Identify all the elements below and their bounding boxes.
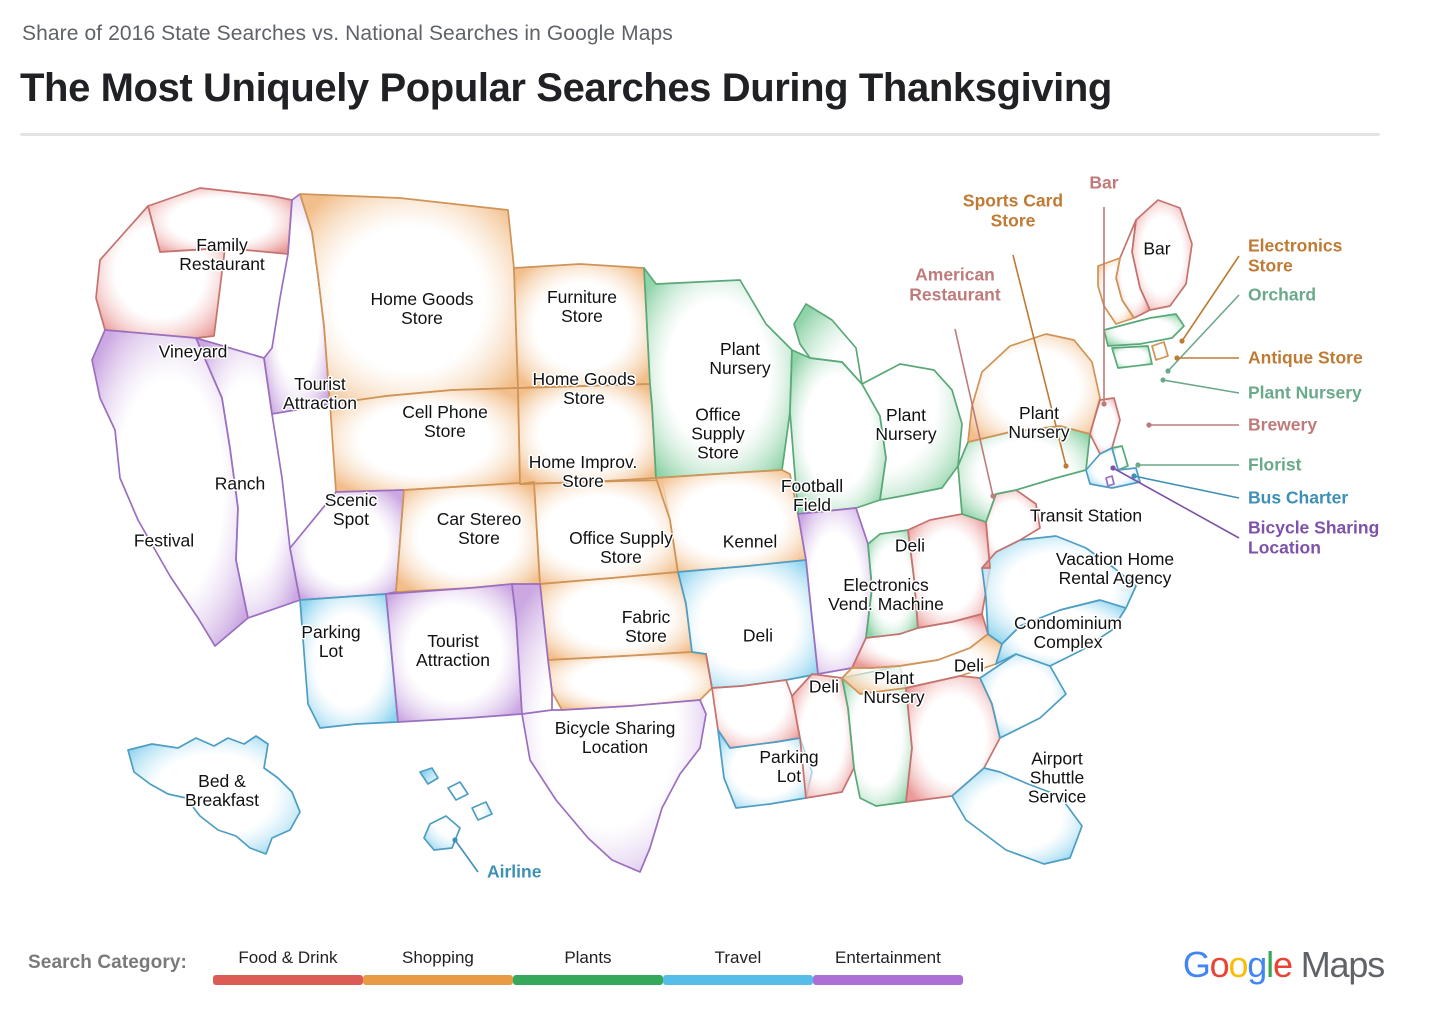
legend-item-swatch xyxy=(362,975,513,985)
state-co[interactable] xyxy=(395,481,541,593)
state-ct[interactable] xyxy=(1111,345,1153,369)
us-map-svg xyxy=(91,187,1240,873)
leader-dot-ma xyxy=(1165,368,1171,374)
leader-dot-ri xyxy=(1174,355,1180,361)
leader-dot-oh xyxy=(990,493,996,499)
state-az[interactable] xyxy=(299,593,399,729)
logo-letter-g: G xyxy=(1182,944,1211,985)
legend-item-label: Food & Drink xyxy=(238,948,338,967)
state-sd[interactable] xyxy=(517,383,657,485)
state-wy[interactable] xyxy=(329,387,521,493)
leader-dot-nj xyxy=(1146,422,1152,428)
state-ut[interactable] xyxy=(289,489,405,601)
legend-item-travel[interactable]: Travel xyxy=(662,948,813,985)
us-map: Family Restaurant Vineyard Tourist Attract… xyxy=(0,148,1430,908)
legend-item-label: Shopping xyxy=(402,948,474,967)
page-title: The Most Uniquely Popular Searches Durin… xyxy=(20,66,1112,110)
leader-line-vt xyxy=(1181,255,1240,342)
legend-item-swatch xyxy=(662,975,813,985)
logo-letter-l: l xyxy=(1266,944,1274,985)
legend-title: Search Category: xyxy=(28,952,187,973)
legend-item-food-drink[interactable]: Food & Drink xyxy=(212,948,363,985)
leader-line-hi xyxy=(454,839,479,873)
leader-dot-ct xyxy=(1160,377,1166,383)
legend-item-label: Entertainment xyxy=(835,948,941,967)
subtitle: Share of 2016 State Searches vs. Nationa… xyxy=(22,22,673,45)
state-nm[interactable] xyxy=(385,583,523,723)
header-divider xyxy=(20,133,1380,136)
state-ne[interactable] xyxy=(519,479,679,585)
leader-line-md xyxy=(1133,475,1240,499)
legend-item-label: Travel xyxy=(714,948,762,967)
logo-letter-o1: o xyxy=(1209,944,1230,985)
logo-letter-e: e xyxy=(1272,944,1293,985)
logo-letter-o2: o xyxy=(1228,944,1248,985)
leader-dot-hi xyxy=(452,837,458,843)
state-dc[interactable] xyxy=(1105,475,1115,487)
state-ri[interactable] xyxy=(1151,341,1169,361)
legend-item-shopping[interactable]: Shopping xyxy=(362,948,513,985)
leader-dot-vt xyxy=(1179,338,1185,344)
state-wi[interactable] xyxy=(789,349,887,515)
leader-line-ct xyxy=(1162,379,1240,394)
legend-item-swatch xyxy=(512,975,663,985)
google-maps-logo: Google Maps xyxy=(1182,944,1385,986)
state-ak[interactable] xyxy=(127,735,301,855)
legend-item-plants[interactable]: Plants xyxy=(512,948,663,985)
legend-items: Food & Drink Shopping Plants Travel Entertai… xyxy=(212,948,963,985)
logo-product: Maps xyxy=(1300,944,1385,985)
state-mt[interactable] xyxy=(299,193,519,405)
leader-dot-de xyxy=(1135,462,1141,468)
state-shapes xyxy=(91,187,1193,873)
leader-dot-nh xyxy=(1101,401,1107,407)
state-fl[interactable] xyxy=(951,767,1083,865)
infographic-page: Share of 2016 State Searches vs. Nationa… xyxy=(0,0,1430,1022)
state-wa[interactable] xyxy=(147,187,293,255)
leader-line-dc xyxy=(1112,467,1240,539)
state-ia[interactable] xyxy=(655,469,807,573)
state-ks[interactable] xyxy=(539,571,693,661)
leader-dot-dc xyxy=(1110,465,1116,471)
state-ny[interactable] xyxy=(967,333,1101,443)
state-nd[interactable] xyxy=(513,263,651,389)
legend-item-swatch xyxy=(212,975,363,985)
state-mn[interactable] xyxy=(643,267,793,479)
legend: Search Category: Food & Drink Shopping Pla… xyxy=(28,948,963,985)
legend-item-swatch xyxy=(812,975,963,985)
logo-letter-g2: g xyxy=(1247,944,1267,985)
legend-item-label: Plants xyxy=(564,948,612,967)
legend-item-entertainment[interactable]: Entertainment xyxy=(812,948,963,985)
state-oh[interactable] xyxy=(907,513,991,629)
leader-dot-ny xyxy=(1063,463,1069,469)
